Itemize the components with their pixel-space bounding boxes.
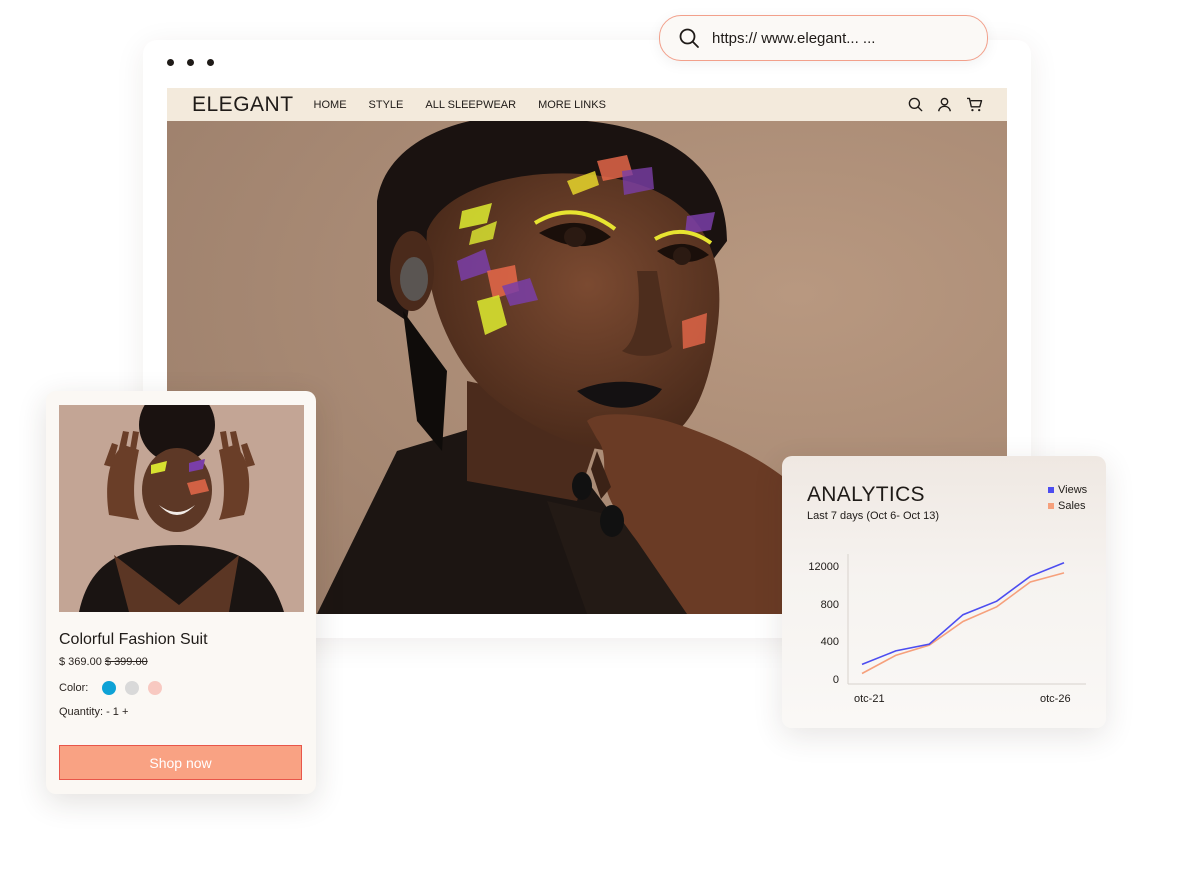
window-dot[interactable] — [187, 59, 194, 66]
search-icon — [678, 27, 700, 49]
y-tick-label: 12000 — [808, 561, 839, 573]
search-icon[interactable] — [908, 97, 923, 112]
y-tick-label: 0 — [833, 674, 839, 686]
nav-links: HOME STYLE ALL SLEEPWEAR MORE LINKS — [314, 99, 628, 111]
site-logo[interactable]: ELEGANT — [192, 93, 294, 117]
series-line-sales — [861, 572, 1065, 675]
y-tick-label: 800 — [821, 599, 839, 611]
x-tick-label: otc-26 — [1040, 693, 1071, 705]
site-navbar: ELEGANT HOME STYLE ALL SLEEPWEAR MORE LI… — [167, 88, 1007, 121]
series-line-views — [861, 562, 1065, 666]
quantity-stepper[interactable]: Quantity: - 1 + — [59, 706, 128, 718]
user-icon[interactable] — [937, 97, 952, 112]
color-swatch-pink[interactable] — [148, 681, 163, 695]
product-image[interactable] — [59, 405, 304, 612]
price-row: $ 369.00 $ 399.00 — [59, 656, 148, 668]
nav-icons — [908, 97, 983, 112]
nav-link-all-sleepwear[interactable]: ALL SLEEPWEAR — [425, 99, 516, 111]
analytics-chart: 12000 800 400 0 otc-21 otc-26 — [808, 554, 1086, 705]
window-dot[interactable] — [207, 59, 214, 66]
shop-now-button[interactable]: Shop now — [59, 745, 302, 780]
product-title: Colorful Fashion Suit — [59, 631, 208, 648]
x-tick-label: otc-21 — [854, 693, 885, 705]
nav-link-more-links[interactable]: MORE LINKS — [538, 99, 606, 111]
product-card: Colorful Fashion Suit $ 369.00 $ 399.00 … — [46, 391, 316, 794]
url-text[interactable]: https:// www.elegant... ... — [712, 30, 875, 47]
analytics-card: ANALYTICS Last 7 days (Oct 6- Oct 13) Vi… — [782, 456, 1106, 728]
color-swatch-gray[interactable] — [125, 681, 140, 695]
old-price: $ 399.00 — [104, 656, 148, 668]
current-price: $ 369.00 — [59, 656, 102, 668]
cart-icon[interactable] — [966, 97, 983, 112]
url-bar[interactable]: https:// www.elegant... ... — [659, 15, 988, 61]
nav-link-home[interactable]: HOME — [314, 99, 347, 111]
window-dot[interactable] — [167, 59, 174, 66]
color-label: Color: — [59, 682, 89, 694]
window-controls — [167, 59, 214, 66]
color-swatch-blue[interactable] — [102, 681, 117, 695]
color-selector: Color: — [59, 681, 163, 695]
y-tick-label: 400 — [821, 636, 839, 648]
nav-link-style[interactable]: STYLE — [369, 99, 404, 111]
